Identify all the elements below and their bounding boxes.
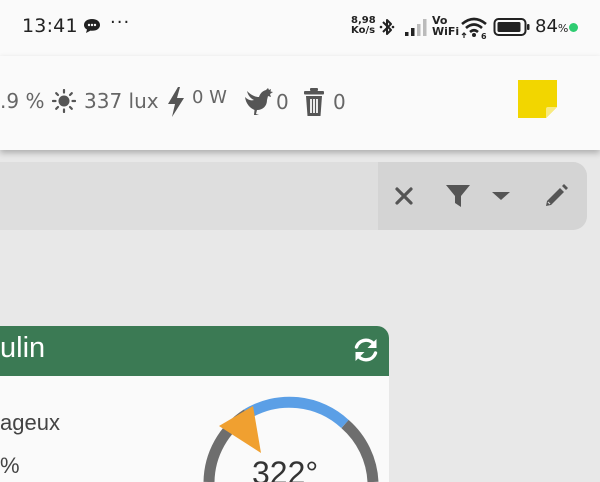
status-time: 13:41 [22, 15, 78, 37]
battery-icon [493, 18, 530, 36]
edit-button[interactable] [542, 182, 570, 210]
app-header: .9 % 337 lux 0 W 0 0 [0, 56, 600, 150]
sticky-note-icon[interactable] [518, 80, 557, 118]
trash-reading[interactable]: 0 [303, 87, 346, 117]
rooster-icon [245, 88, 273, 115]
card-title: ulin [0, 332, 46, 364]
trash-count: 0 [333, 90, 346, 114]
android-status-bar: 13:41 ··· 8,98 Ko/s Vo WiFi 6 84% [0, 0, 600, 56]
humidity-value: .9 % [0, 89, 45, 113]
bluetooth-icon [379, 19, 395, 35]
gauge-value: 322° [252, 455, 319, 482]
humidity-reading[interactable]: .9 % [0, 89, 44, 113]
filter-dropdown-button[interactable] [490, 182, 512, 210]
gauge-track-right [341, 419, 379, 482]
battery-percent-sign: % [557, 22, 569, 35]
caret-down-icon [492, 192, 510, 200]
chicken-reading[interactable]: 0 [242, 87, 289, 117]
network-speed: 8,98 Ko/s [351, 16, 376, 36]
filter-bar[interactable] [0, 162, 587, 230]
chicken-count: 0 [276, 90, 289, 114]
power-value: 0 W [192, 86, 227, 108]
filter-tools [378, 162, 587, 230]
close-icon [395, 187, 413, 205]
trash-can-icon [304, 88, 324, 116]
wifi-sub-label: 6 [481, 32, 487, 39]
refresh-icon[interactable] [352, 336, 380, 364]
vowifi-bottom-label: WiFi [432, 25, 460, 38]
battery-percent: 84% [535, 16, 568, 37]
battery-percent-value: 84 [535, 16, 558, 37]
filter-button[interactable] [444, 182, 472, 210]
lightning-bolt-icon [168, 87, 184, 117]
weather-percent-text: % [0, 453, 20, 478]
chat-bubble-icon [84, 19, 100, 33]
card-header: ulin [0, 326, 389, 376]
vowifi-indicator: Vo WiFi [432, 15, 459, 37]
light-reading[interactable]: 337 lux [52, 89, 159, 113]
more-notifications-icon: ··· [110, 12, 131, 33]
cell-signal-icon [405, 19, 427, 36]
clear-filter-button[interactable] [393, 182, 415, 210]
power-reading[interactable]: 0 W [166, 86, 227, 118]
gauge-value-arc [244, 396, 349, 429]
network-speed-unit: Ko/s [351, 25, 376, 36]
weather-condition-text: ageux [0, 410, 60, 435]
pencil-icon [546, 184, 568, 206]
sun-icon [52, 89, 76, 113]
light-value: 337 lux [84, 89, 159, 113]
filter-icon [446, 185, 470, 207]
privacy-indicator-dot [569, 23, 578, 32]
wifi-icon: 6 [461, 17, 487, 39]
